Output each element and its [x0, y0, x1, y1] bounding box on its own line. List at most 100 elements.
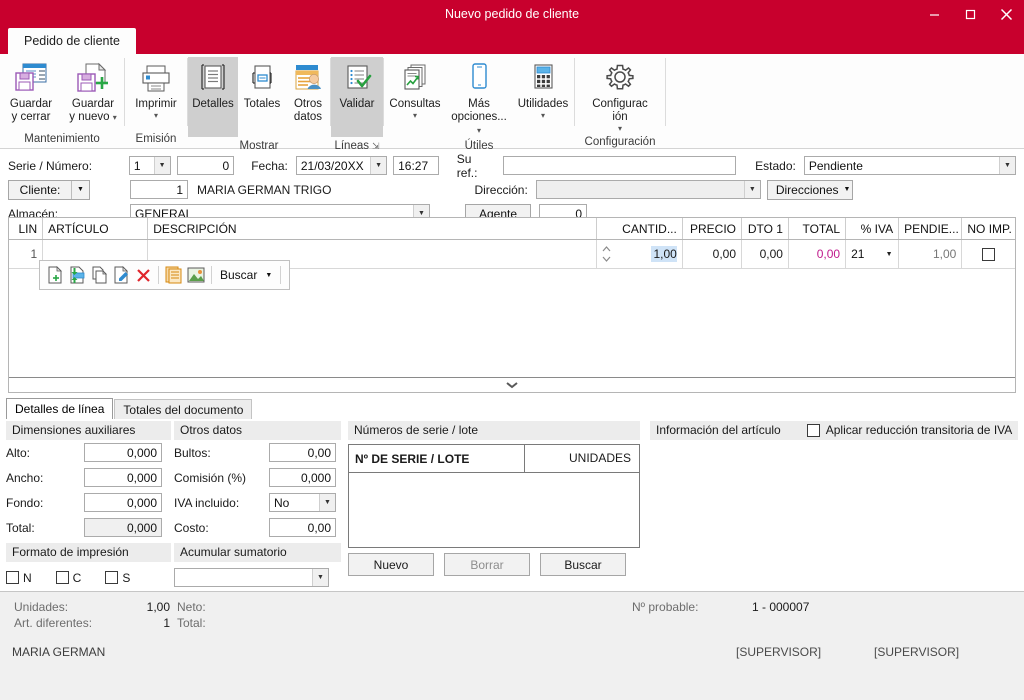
buscar-dropdown[interactable]: Buscar ▼: [216, 268, 276, 282]
ribbon-group-emision: Imprimir ▾ Emisión: [125, 54, 187, 148]
formato-check-c[interactable]: [55, 571, 69, 584]
cell-cantidad[interactable]: 1,00: [616, 239, 683, 269]
col-header-precio[interactable]: PRECIO: [682, 218, 743, 240]
image-icon[interactable]: [185, 263, 207, 287]
save-and-new-button[interactable]: Guardar y nuevo ▾: [62, 57, 124, 125]
totals-button[interactable]: Totales: [238, 57, 286, 125]
configuration-button[interactable]: Configuración ▾: [575, 57, 665, 133]
tab-pedido-de-cliente[interactable]: Pedido de cliente: [8, 28, 136, 54]
nuevo-button[interactable]: Nuevo: [348, 553, 434, 576]
minimize-icon[interactable]: [916, 0, 952, 28]
chevron-down-icon[interactable]: ▾: [154, 111, 158, 120]
bultos-input[interactable]: 0,00: [269, 443, 336, 462]
col-header-pendiente[interactable]: PENDIE...: [898, 218, 963, 240]
toolbar-divider: [158, 266, 159, 284]
cell-spin[interactable]: [596, 239, 617, 269]
edit-line-icon[interactable]: [110, 263, 132, 287]
col-header-dto1[interactable]: DTO 1: [741, 218, 789, 240]
copy-line-icon[interactable]: [88, 263, 110, 287]
cliente-button[interactable]: Cliente: ▼: [8, 179, 90, 200]
field-costo: Costo: 0,00: [174, 515, 341, 540]
col-header-iva[interactable]: % IVA: [845, 218, 900, 240]
chevron-down-icon[interactable]: ▾: [113, 113, 117, 122]
fondo-input[interactable]: 0,000: [84, 493, 162, 512]
print-button[interactable]: Imprimir ▾: [125, 57, 187, 125]
cliente-code-input[interactable]: 1: [130, 180, 188, 199]
buscar-serie-button[interactable]: Buscar: [540, 553, 626, 576]
no-imp-checkbox[interactable]: [982, 248, 996, 262]
fecha-value: 21/03/20XX: [300, 158, 364, 173]
cell-precio[interactable]: 0,00: [682, 239, 743, 269]
validate-button[interactable]: Validar: [331, 57, 383, 137]
chevron-down-icon[interactable]: ▼: [370, 157, 387, 174]
chevron-down-icon[interactable]: ▼: [882, 251, 896, 258]
chevron-down-icon[interactable]: ▾: [413, 111, 417, 120]
col-header-no-imp[interactable]: NO IMP.: [961, 218, 1015, 240]
cell-total[interactable]: 0,00: [788, 239, 847, 269]
cell-no-imp[interactable]: [961, 239, 1015, 269]
reduccion-iva-label: Aplicar reducción transitoria de IVA: [825, 423, 1013, 437]
direccion-combo[interactable]: ▼: [535, 180, 761, 199]
col-header-lin[interactable]: LIN: [9, 218, 44, 240]
new-line-icon[interactable]: [44, 263, 66, 287]
col-header-descripcion[interactable]: DESCRIPCIÓN: [147, 218, 598, 240]
save-and-close-button[interactable]: Guardar y cerrar: [0, 57, 62, 125]
delete-line-icon[interactable]: [132, 263, 154, 287]
other-data-label-1: Otros: [293, 98, 323, 110]
chevron-down-icon[interactable]: ▼: [319, 494, 335, 511]
spinner-icon[interactable]: [597, 241, 616, 267]
chevron-down-icon[interactable]: ▼: [743, 181, 760, 198]
supervisor-2: [SUPERVISOR]: [874, 645, 960, 659]
col-header-total[interactable]: TOTAL: [788, 218, 847, 240]
tab-totales-del-documento[interactable]: Totales del documento: [114, 399, 253, 419]
acumular-combo[interactable]: ▼: [174, 568, 329, 587]
chevron-down-icon[interactable]: ▼: [844, 186, 851, 193]
hora-input[interactable]: 16:27: [393, 156, 439, 175]
chevron-down-icon[interactable]: ▼: [71, 180, 89, 199]
insert-line-icon[interactable]: [66, 263, 88, 287]
estado-combo[interactable]: Pendiente ▼: [803, 156, 1017, 175]
formato-check-n[interactable]: [6, 571, 19, 584]
more-options-label-2: opciones...: [451, 111, 507, 123]
more-options-button[interactable]: Más opciones... ▾: [446, 57, 512, 137]
grid-collapse-button[interactable]: [9, 377, 1015, 392]
window-title: Nuevo pedido de cliente: [444, 7, 580, 21]
ancho-input[interactable]: 0,000: [84, 468, 162, 487]
formato-check-s[interactable]: [105, 571, 119, 584]
close-icon[interactable]: [988, 0, 1024, 28]
utilities-button[interactable]: Utilidades ▾: [512, 57, 574, 125]
chevron-down-icon[interactable]: ▾: [541, 111, 545, 120]
direcciones-button[interactable]: Direcciones ▼: [766, 179, 853, 200]
more-options-icon: [463, 60, 495, 96]
chevron-down-icon[interactable]: ▼: [999, 157, 1016, 174]
su-ref-input[interactable]: [503, 156, 737, 175]
chevron-down-icon[interactable]: ▼: [153, 157, 170, 174]
chevron-down-icon[interactable]: ▼: [265, 272, 272, 279]
chevron-down-icon[interactable]: ▾: [477, 126, 481, 135]
costo-label: Costo:: [174, 520, 209, 535]
maximize-icon[interactable]: [952, 0, 988, 28]
fondo-value: 0,000: [126, 495, 157, 510]
numero-input[interactable]: 0: [176, 156, 235, 175]
iva-incluido-combo[interactable]: No ▼: [269, 493, 336, 512]
col-header-articulo[interactable]: ARTÍCULO: [42, 218, 149, 240]
notes-icon[interactable]: [163, 263, 185, 287]
cell-iva[interactable]: 21 ▼: [845, 239, 900, 269]
serie-combo[interactable]: 1 ▼: [128, 156, 171, 175]
estado-label: Estado:: [755, 158, 796, 173]
borrar-button[interactable]: Borrar: [444, 553, 530, 576]
costo-input[interactable]: 0,00: [269, 518, 336, 537]
other-data-button[interactable]: Otros datos: [286, 57, 330, 125]
col-header-cantidad[interactable]: CANTID...: [616, 218, 683, 240]
details-button[interactable]: Detalles: [188, 57, 238, 137]
comision-input[interactable]: 0,000: [269, 468, 336, 487]
queries-button[interactable]: Consultas ▾: [384, 57, 446, 125]
chevron-down-icon[interactable]: ▼: [312, 569, 328, 586]
alto-input[interactable]: 0,000: [84, 443, 162, 462]
serie-lote-body[interactable]: [349, 473, 639, 547]
reduccion-iva-checkbox[interactable]: [806, 424, 820, 437]
tab-detalles-de-linea[interactable]: Detalles de línea: [6, 398, 114, 419]
fecha-input[interactable]: 21/03/20XX ▼: [295, 156, 388, 175]
cell-dto1[interactable]: 0,00: [741, 239, 789, 269]
chevron-down-icon[interactable]: ▾: [618, 124, 622, 133]
